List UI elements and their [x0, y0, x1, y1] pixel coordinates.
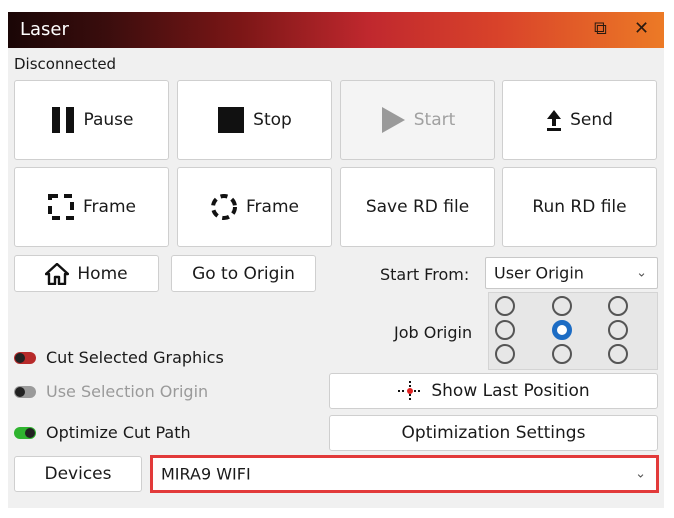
origin-radio-bottom-center[interactable]	[552, 344, 572, 364]
pause-icon	[50, 106, 76, 134]
home-icon	[45, 262, 70, 285]
save-rd-file-button[interactable]: Save RD file	[340, 167, 495, 247]
stop-icon	[217, 106, 245, 134]
optimization-settings-label: Optimization Settings	[401, 423, 586, 443]
devices-label: Devices	[44, 464, 112, 484]
chevron-down-icon: ⌄	[636, 265, 647, 281]
frame-circle-icon	[210, 193, 238, 221]
origin-radio-top-right[interactable]	[608, 296, 628, 316]
send-button[interactable]: Send	[502, 80, 657, 160]
pause-label: Pause	[83, 110, 134, 130]
origin-radio-middle-right[interactable]	[608, 320, 628, 340]
origin-radio-top-left[interactable]	[495, 296, 515, 316]
home-button[interactable]: Home	[14, 255, 159, 292]
run-rd-file-button[interactable]: Run RD file	[502, 167, 657, 247]
frame-square-icon	[47, 193, 75, 221]
cut-selected-graphics-label: Cut Selected Graphics	[46, 348, 224, 367]
frame-circle-label: Frame	[246, 197, 299, 217]
home-label: Home	[77, 263, 128, 284]
play-icon	[380, 106, 406, 134]
frame-square-button[interactable]: Frame	[14, 167, 169, 247]
save-rd-file-label: Save RD file	[365, 197, 470, 217]
origin-radio-bottom-right[interactable]	[608, 344, 628, 364]
pause-button[interactable]: Pause	[14, 80, 169, 160]
devices-button[interactable]: Devices	[14, 456, 142, 492]
stop-label: Stop	[253, 110, 292, 130]
optimize-cut-path-label: Optimize Cut Path	[46, 423, 191, 442]
chevron-down-icon: ⌄	[635, 466, 646, 482]
frame-square-label: Frame	[83, 197, 136, 217]
go-to-origin-button[interactable]: Go to Origin	[171, 255, 316, 292]
job-origin-grid	[488, 292, 658, 370]
start-label: Start	[413, 110, 456, 130]
close-icon[interactable]: ✕	[634, 18, 649, 39]
show-last-position-button[interactable]: Show Last Position	[329, 373, 658, 409]
stop-button[interactable]: Stop	[177, 80, 332, 160]
title-bar: Laser ⧉ ✕	[8, 12, 664, 48]
origin-radio-center[interactable]	[552, 320, 572, 340]
restore-icon[interactable]: ⧉	[594, 18, 607, 39]
run-rd-file-label: Run RD file	[532, 197, 627, 217]
send-label: Send	[570, 110, 613, 130]
cut-selected-graphics-toggle[interactable]	[14, 352, 36, 364]
crosshair-icon	[397, 380, 423, 402]
laser-panel: Laser ⧉ ✕ Disconnected Pause Stop Start …	[8, 12, 664, 508]
show-last-position-label: Show Last Position	[431, 381, 590, 401]
device-value: MIRA9 WIFI	[161, 464, 251, 484]
job-origin-label: Job Origin	[394, 323, 473, 342]
start-from-label: Start From:	[380, 265, 470, 284]
origin-radio-bottom-left[interactable]	[495, 344, 515, 364]
start-button[interactable]: Start	[340, 80, 495, 160]
upload-arrow-icon	[546, 109, 562, 131]
start-from-value: User Origin	[494, 263, 584, 283]
use-selection-origin-label: Use Selection Origin	[46, 382, 209, 401]
origin-radio-top-center[interactable]	[552, 296, 572, 316]
connection-status: Disconnected	[14, 55, 117, 73]
use-selection-origin-toggle[interactable]	[14, 386, 36, 398]
optimize-cut-path-toggle[interactable]	[14, 427, 36, 439]
optimization-settings-button[interactable]: Optimization Settings	[329, 415, 658, 451]
frame-circle-button[interactable]: Frame	[177, 167, 332, 247]
go-to-origin-label: Go to Origin	[192, 263, 295, 284]
origin-radio-middle-left[interactable]	[495, 320, 515, 340]
start-from-select[interactable]: User Origin ⌄	[485, 257, 658, 289]
device-select[interactable]: MIRA9 WIFI ⌄	[150, 455, 659, 493]
window-title: Laser	[20, 19, 69, 40]
